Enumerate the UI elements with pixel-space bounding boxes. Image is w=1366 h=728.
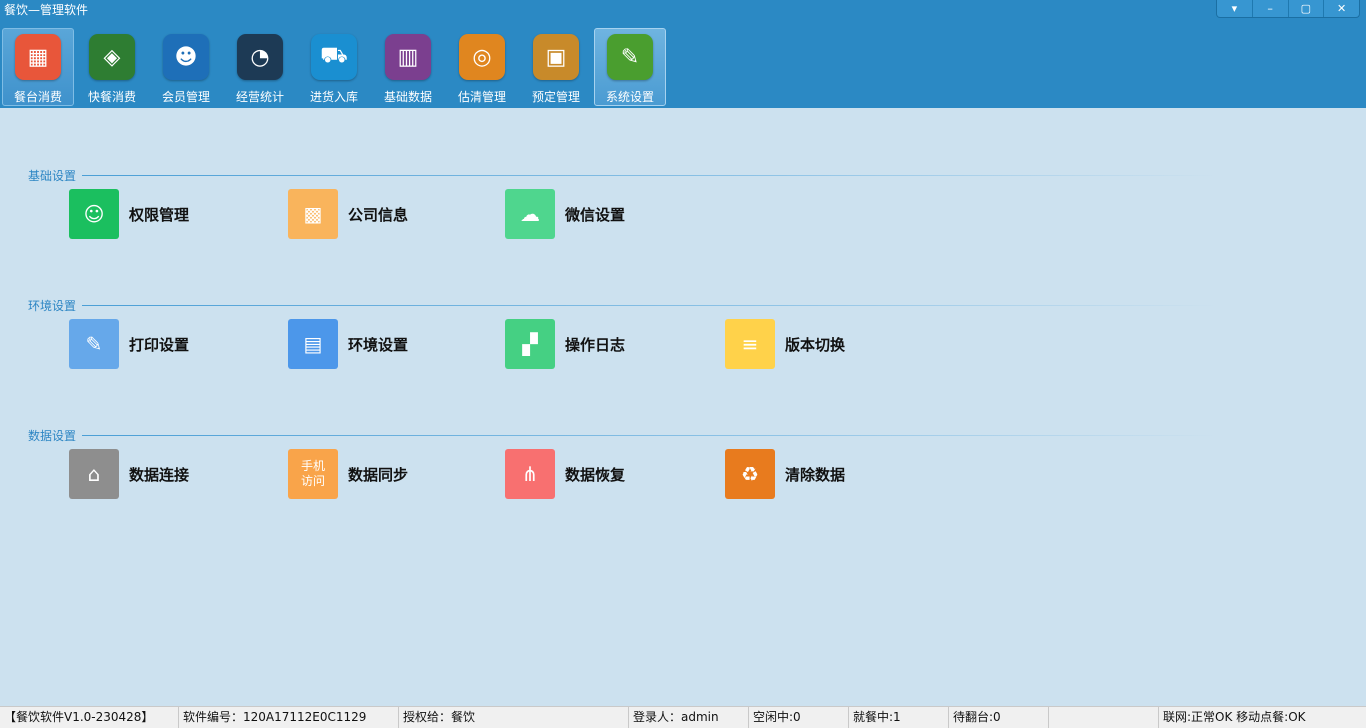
toolbar-item-2[interactable]: ☻ 会员管理 xyxy=(150,28,222,106)
settings-item-1-0[interactable]: ✎ 打印设置 xyxy=(69,319,189,369)
log-grid-icon: ▞ xyxy=(505,319,555,369)
qrcode-icon: ▩ xyxy=(288,189,338,239)
toolbar-item-4[interactable]: ⛟ 进货入库 xyxy=(298,28,370,106)
settings-item-label: 微信设置 xyxy=(565,205,626,224)
toolbar-item-label: 经营统计 xyxy=(235,90,284,104)
window-minimize-button[interactable]: – xyxy=(1251,0,1288,17)
edit-icon: ✎ xyxy=(69,319,119,369)
top-bar: 餐饮—管理软件 ▾ – ▢ ✕ ▦ 餐台消费 ◈ 快餐消费 ☻ 会员管理 ◔ 经营统计 ⛟ 进货入… xyxy=(0,0,1366,108)
settings-item-label: 公司信息 xyxy=(348,205,409,224)
status-idle: 空闲中:0 xyxy=(748,707,848,728)
settings-item-0-2[interactable]: ☁ 微信设置 xyxy=(505,189,625,239)
status-version: 【餐饮软件V1.0-230428】 xyxy=(4,710,154,724)
table-dining-icon: ▦ xyxy=(15,34,61,80)
user-permission-icon: ☺ xyxy=(69,189,119,239)
settings-item-label: 数据恢复 xyxy=(565,465,626,484)
main-toolbar: ▦ 餐台消费 ◈ 快餐消费 ☻ 会员管理 ◔ 经营统计 ⛟ 进货入库 ▥ 基础数据 ◎ 估清管理 ▣ 预定管理… xyxy=(2,28,666,106)
refresh-globe-icon: ◎ xyxy=(459,34,505,80)
section-divider xyxy=(82,175,1217,176)
section-title: 基础设置 xyxy=(28,169,77,183)
toolbar-item-8[interactable]: ✎ 系统设置 xyxy=(594,28,666,106)
settings-item-1-2[interactable]: ▞ 操作日志 xyxy=(505,319,625,369)
settings-item-2-3[interactable]: ♻ 清除数据 xyxy=(725,449,845,499)
mobile-access-icon: 手机 访问 xyxy=(288,449,338,499)
settings-item-label: 清除数据 xyxy=(785,465,846,484)
member-icon: ☻ xyxy=(163,34,209,80)
fast-food-icon: ◈ xyxy=(89,34,135,80)
share-icon: ⋔ xyxy=(505,449,555,499)
settings-item-0-1[interactable]: ▩ 公司信息 xyxy=(288,189,408,239)
toolbar-item-label: 预定管理 xyxy=(531,90,580,104)
toolbar-item-label: 餐台消费 xyxy=(13,90,62,104)
toolbar-item-label: 估清管理 xyxy=(457,90,506,104)
toolbar-item-label: 会员管理 xyxy=(161,90,210,104)
settings-item-1-3[interactable]: ≡ 版本切换 xyxy=(725,319,845,369)
settings-item-0-0[interactable]: ☺ 权限管理 xyxy=(69,189,189,239)
upload-home-icon: ⌂ xyxy=(69,449,119,499)
settings-item-2-1[interactable]: 手机 访问 数据同步 xyxy=(288,449,408,499)
status-login: 登录人：admin xyxy=(628,707,748,728)
document-icon: ▤ xyxy=(288,319,338,369)
status-licensed: 授权给：餐饮 xyxy=(398,707,628,728)
settings-item-label: 版本切换 xyxy=(785,335,846,354)
settings-item-label: 数据同步 xyxy=(348,465,409,484)
wechat-icon: ☁ xyxy=(505,189,555,239)
settings-item-label: 数据连接 xyxy=(129,465,190,484)
toolbar-item-3[interactable]: ◔ 经营统计 xyxy=(224,28,296,106)
toolbar-item-label: 快餐消费 xyxy=(87,90,136,104)
toolbar-item-label: 基础数据 xyxy=(383,90,432,104)
section-divider xyxy=(82,305,1217,306)
settings-item-label: 操作日志 xyxy=(565,335,626,354)
truck-icon: ⛟ xyxy=(311,34,357,80)
status-network: 联网:正常OK 移动点餐:OK xyxy=(1158,707,1366,728)
toolbar-item-5[interactable]: ▥ 基础数据 xyxy=(372,28,444,106)
window-title: 餐饮—管理软件 xyxy=(4,3,89,17)
section-title: 数据设置 xyxy=(28,429,77,443)
toolbar-item-label: 系统设置 xyxy=(605,90,654,104)
window-controls: ▾ – ▢ ✕ xyxy=(1216,0,1360,18)
window-menu-button[interactable]: ▾ xyxy=(1217,0,1252,17)
dashboard-icon: ◔ xyxy=(237,34,283,80)
status-spacer xyxy=(1048,707,1158,728)
toolbar-item-0[interactable]: ▦ 餐台消费 xyxy=(2,28,74,106)
status-dining: 就餐中:1 xyxy=(848,707,948,728)
settings-item-2-2[interactable]: ⋔ 数据恢复 xyxy=(505,449,625,499)
window-close-button[interactable]: ✕ xyxy=(1323,0,1359,17)
icon-text: 手机 xyxy=(300,459,325,473)
toolbar-item-label: 进货入库 xyxy=(309,90,358,104)
system-settings-icon: ✎ xyxy=(607,34,653,80)
settings-item-1-1[interactable]: ▤ 环境设置 xyxy=(288,319,408,369)
settings-item-label: 打印设置 xyxy=(129,335,190,354)
section-divider xyxy=(82,435,1217,436)
toolbar-item-6[interactable]: ◎ 估清管理 xyxy=(446,28,518,106)
status-bar: 【餐饮软件V1.0-230428】 软件编号：120A17112E0C1129 … xyxy=(0,706,1366,728)
section-title: 环境设置 xyxy=(28,299,77,313)
window-maximize-button[interactable]: ▢ xyxy=(1287,0,1324,17)
toolbar-item-1[interactable]: ◈ 快餐消费 xyxy=(76,28,148,106)
status-waiting: 待翻台:0 xyxy=(948,707,1048,728)
toolbar-item-7[interactable]: ▣ 预定管理 xyxy=(520,28,592,106)
settings-item-label: 权限管理 xyxy=(129,205,190,224)
reservation-icon: ▣ xyxy=(533,34,579,80)
icon-text: 访问 xyxy=(300,474,325,488)
database-books-icon: ▥ xyxy=(385,34,431,80)
status-serial: 软件编号：120A17112E0C1129 xyxy=(178,707,398,728)
recycle-icon: ♻ xyxy=(725,449,775,499)
settings-item-label: 环境设置 xyxy=(348,335,409,354)
list-icon: ≡ xyxy=(725,319,775,369)
settings-item-2-0[interactable]: ⌂ 数据连接 xyxy=(69,449,189,499)
